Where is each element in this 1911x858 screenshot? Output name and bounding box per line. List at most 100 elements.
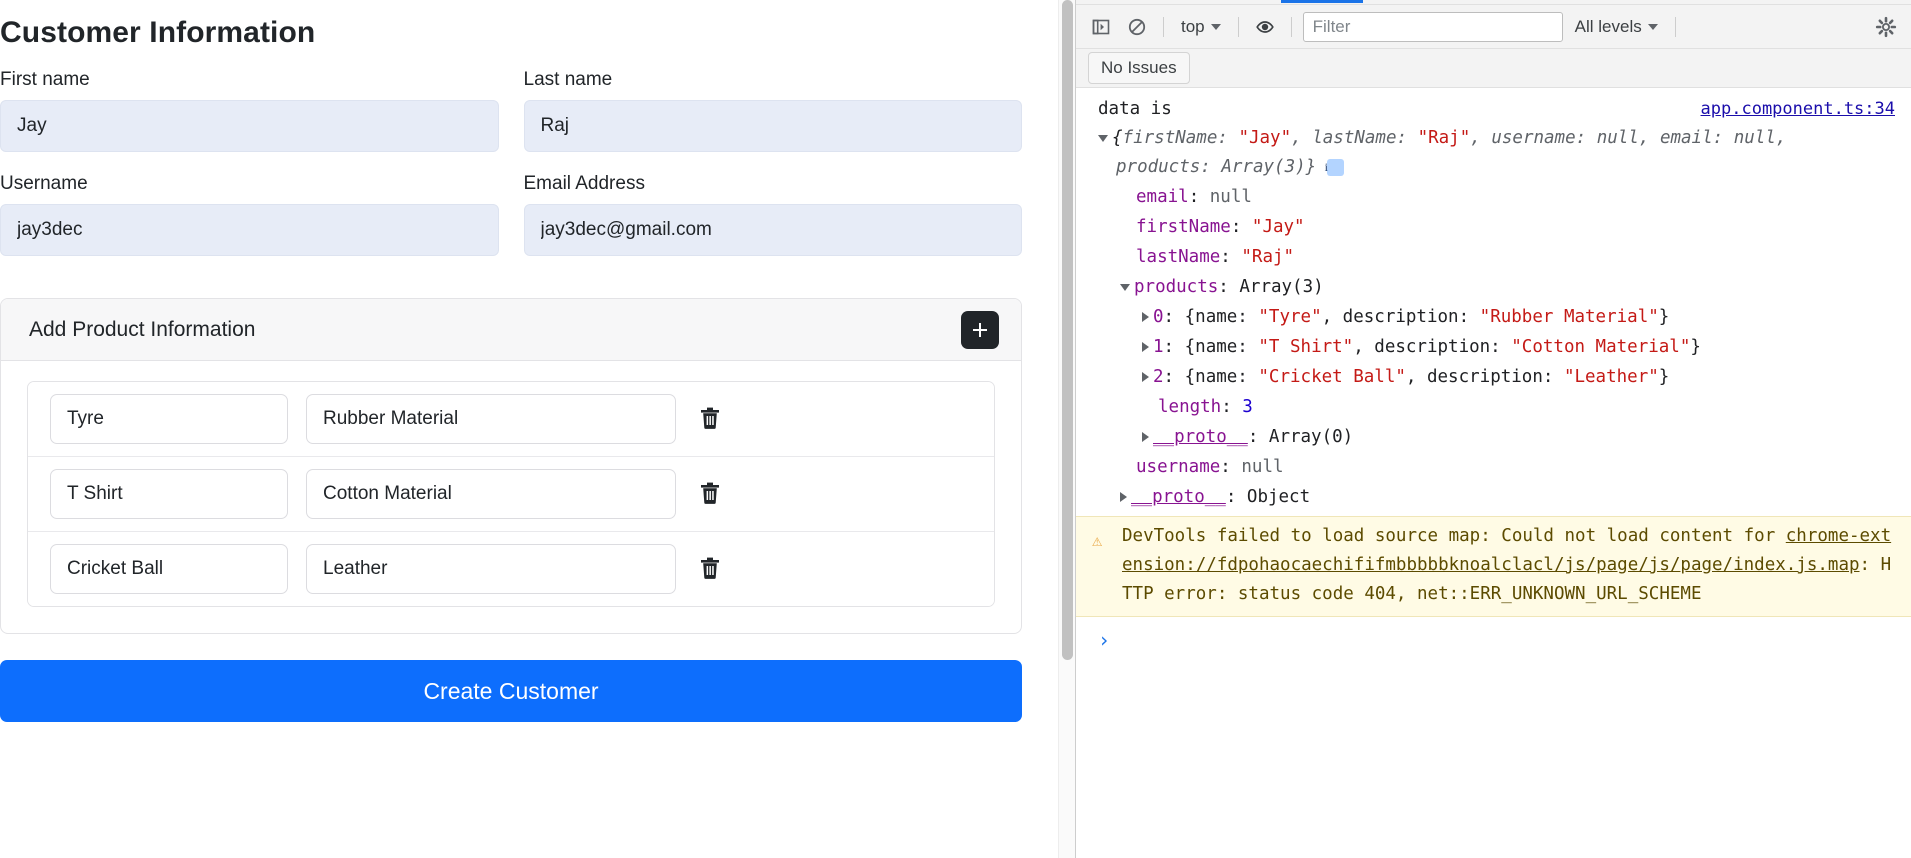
property-row-array-proto: __proto__: Array(0): [1076, 422, 1911, 452]
preview-sep-4: ,: [1775, 128, 1787, 148]
product-card-body: [1, 361, 1021, 633]
create-customer-button[interactable]: Create Customer: [0, 660, 1022, 722]
field-email: Email Address: [523, 172, 1022, 256]
item-name: "Cricket Ball": [1258, 367, 1406, 387]
property-key: __proto__: [1153, 427, 1248, 447]
expand-triangle-icon[interactable]: [1142, 312, 1149, 322]
array-index: 1: [1153, 337, 1164, 357]
preview-sep-1: ,: [1291, 128, 1313, 148]
active-tab-indicator: [1281, 0, 1363, 3]
property-key: username: [1136, 457, 1221, 477]
console-warning-message: ⚠ DevTools failed to load source map: Co…: [1076, 516, 1911, 617]
trash-icon: [700, 557, 720, 582]
property-sep: :: [1188, 187, 1210, 207]
prompt-chevron-icon: ›: [1098, 628, 1111, 652]
property-sep: :: [1220, 247, 1242, 267]
array-index: 0: [1153, 307, 1164, 327]
property-value: Object: [1246, 487, 1311, 507]
delete-product-button[interactable]: [694, 553, 726, 586]
chevron-down-icon: [1647, 23, 1658, 30]
product-row: [28, 382, 994, 457]
devtools-tabstrip: [1076, 0, 1911, 5]
page-scrollbar-thumb[interactable]: [1062, 0, 1073, 660]
username-label: Username: [0, 173, 88, 194]
settings-gear-icon[interactable]: [1871, 12, 1901, 42]
add-product-button[interactable]: [961, 310, 999, 349]
property-row-lastname: lastName: "Raj": [1076, 242, 1911, 272]
console-output[interactable]: data is app.component.ts:34 {firstName: …: [1076, 88, 1911, 858]
execution-context-label: top: [1181, 16, 1205, 36]
product-description-input[interactable]: [306, 394, 676, 444]
item-mid: , description:: [1321, 307, 1480, 327]
property-sep: :: [1230, 217, 1252, 237]
field-username: Username: [0, 172, 499, 256]
plus-icon: [971, 321, 989, 339]
expand-triangle-icon[interactable]: [1120, 492, 1127, 502]
page-title: Customer Information: [0, 16, 316, 49]
expand-triangle-icon[interactable]: [1142, 372, 1149, 382]
email-input[interactable]: [523, 204, 1022, 256]
username-input[interactable]: [0, 204, 499, 256]
log-level-dropdown[interactable]: All levels: [1569, 14, 1664, 40]
preview-value-firstname: "Jay": [1238, 128, 1292, 148]
expand-triangle-icon[interactable]: [1142, 432, 1149, 442]
product-information-card: Add Product Information: [0, 298, 1022, 634]
sidebar-toggle-icon[interactable]: [1086, 12, 1116, 42]
property-row-products: products: Array(3): [1076, 272, 1911, 302]
product-name-input[interactable]: [50, 394, 288, 444]
product-description-input[interactable]: [306, 469, 676, 519]
property-row-email: email: null: [1076, 182, 1911, 212]
product-rows: [27, 381, 995, 607]
property-value: "Raj": [1241, 247, 1295, 267]
property-value: Array(3): [1239, 277, 1324, 297]
preview-value-lastname: "Raj": [1417, 128, 1471, 148]
app-root: Customer Information First name Last nam…: [0, 0, 1911, 858]
object-preview-line: {firstName: "Jay", lastName: "Raj", user…: [1076, 124, 1911, 182]
console-message-group: data is app.component.ts:34 {firstName: …: [1076, 88, 1911, 512]
trash-icon: [700, 407, 720, 432]
item-open: {name:: [1184, 307, 1259, 327]
customer-fields-grid: First name Last name Username Email Addr…: [0, 68, 1022, 276]
item-mid: , description:: [1405, 367, 1564, 387]
product-name-input[interactable]: [50, 544, 288, 594]
console-prompt[interactable]: ›: [1076, 617, 1911, 655]
property-row-length: length: 3: [1158, 397, 1253, 417]
email-label: Email Address: [523, 173, 645, 194]
devtools-panel: top All levels: [1075, 0, 1911, 858]
property-key: lastName: [1136, 247, 1221, 267]
live-expression-eye-icon[interactable]: [1250, 12, 1280, 42]
product-description-input[interactable]: [306, 544, 676, 594]
delete-product-button[interactable]: [694, 478, 726, 511]
no-issues-button[interactable]: No Issues: [1088, 52, 1190, 84]
item-mid: , description:: [1353, 337, 1512, 357]
product-name-input[interactable]: [50, 469, 288, 519]
expand-triangle-icon[interactable]: [1120, 283, 1130, 291]
product-section-title: Add Product Information: [29, 317, 256, 341]
array-item-row: 2: {name: "Cricket Ball", description: "…: [1076, 362, 1911, 392]
issues-bar: No Issues: [1076, 49, 1911, 88]
preview-value-products: Array(3): [1221, 157, 1306, 177]
preview-value-email: null: [1733, 128, 1776, 148]
info-badge-icon[interactable]: i: [1325, 159, 1344, 176]
item-open: {name:: [1184, 367, 1259, 387]
property-key: firstName: [1136, 217, 1231, 237]
toolbar-divider: [1237, 16, 1239, 37]
product-card-header: Add Product Information: [1, 299, 1021, 361]
delete-product-button[interactable]: [694, 403, 726, 436]
preview-value-username: null: [1596, 128, 1639, 148]
page-scrollbar[interactable]: [1058, 0, 1075, 858]
console-message-header: data is app.component.ts:34: [1076, 94, 1911, 124]
last-name-input[interactable]: [523, 100, 1022, 152]
source-location-link[interactable]: app.component.ts:34: [1701, 94, 1895, 124]
first-name-input[interactable]: [0, 100, 499, 152]
clear-console-icon[interactable]: [1122, 12, 1152, 42]
warning-text: DevTools failed to load source map: Coul…: [1096, 522, 1895, 609]
trash-icon: [700, 482, 720, 507]
expand-triangle-icon[interactable]: [1142, 342, 1149, 352]
console-filter-input[interactable]: [1302, 11, 1563, 42]
item-end: }: [1690, 337, 1701, 357]
array-item-row: 0: {name: "Tyre", description: "Rubber M…: [1076, 302, 1911, 332]
execution-context-dropdown[interactable]: top: [1175, 14, 1227, 40]
preview-key-email: email:: [1659, 128, 1734, 148]
expand-triangle-icon[interactable]: [1098, 134, 1108, 142]
